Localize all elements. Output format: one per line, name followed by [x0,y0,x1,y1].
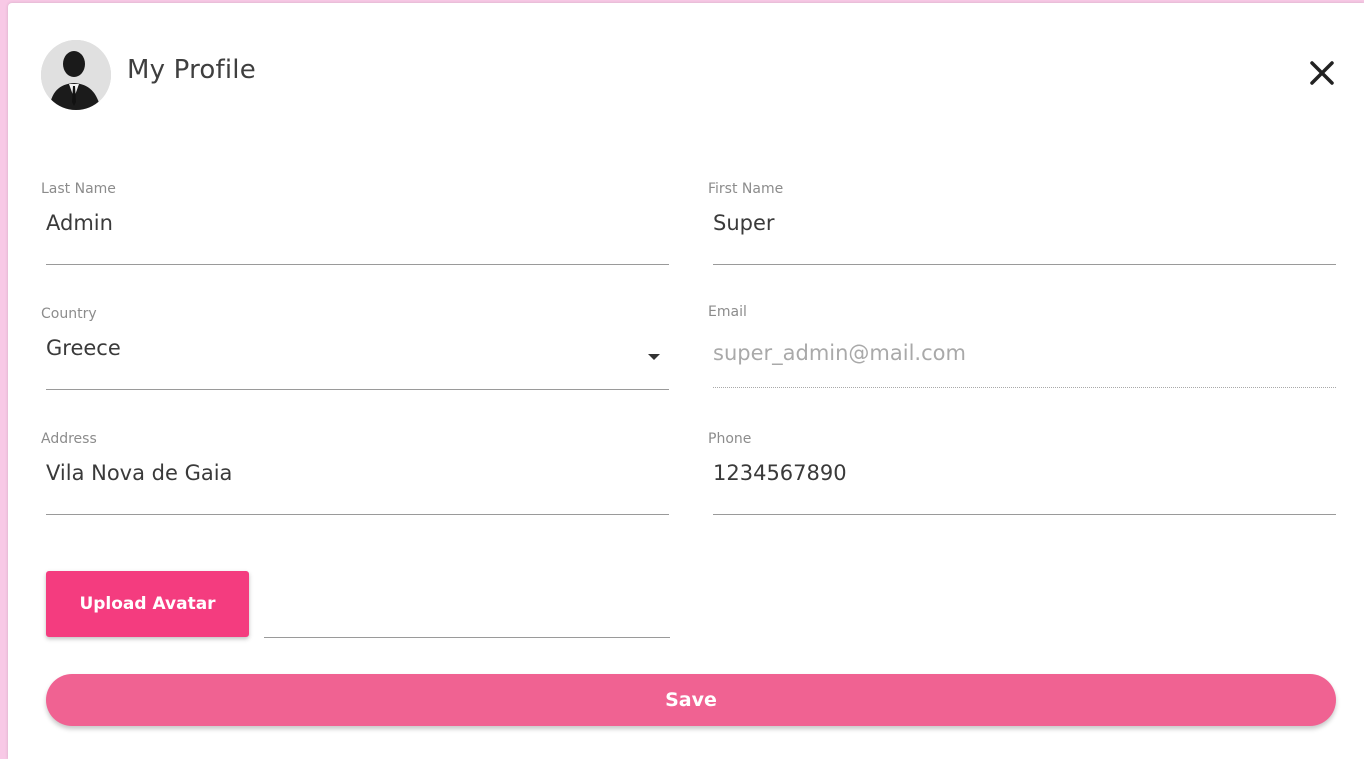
first-name-input[interactable]: Super [713,211,775,235]
address-underline [46,514,669,515]
upload-avatar-button[interactable]: Upload Avatar [46,571,249,637]
country-value[interactable]: Greece [46,336,121,360]
email-input: super_admin@mail.com [713,341,966,365]
first-name-label: First Name [708,181,784,197]
phone-field[interactable]: Phone 1234567890 [708,431,1338,517]
last-name-input[interactable]: Admin [46,211,113,235]
close-icon [1310,61,1334,85]
email-field: Email super_admin@mail.com [708,304,1338,390]
address-input[interactable]: Vila Nova de Gaia [46,461,232,485]
address-field[interactable]: Address Vila Nova de Gaia [41,431,671,517]
phone-underline [713,514,1336,515]
profile-dialog: My Profile Last Name Admin First Name Su… [8,3,1364,759]
save-button[interactable]: Save [46,674,1336,726]
avatar-file-input[interactable] [264,637,670,638]
close-button[interactable] [1305,56,1339,90]
email-underline [713,387,1336,388]
page-title: My Profile [127,55,256,85]
user-avatar-icon [41,40,111,110]
last-name-label: Last Name [41,181,116,197]
country-label: Country [41,306,97,322]
country-underline [46,389,669,390]
first-name-field[interactable]: First Name Super [708,181,1338,267]
last-name-field[interactable]: Last Name Admin [41,181,671,267]
first-name-underline [713,264,1336,265]
email-label: Email [708,304,747,320]
avatar [41,40,111,110]
country-select[interactable]: Country Greece [41,306,671,392]
phone-input[interactable]: 1234567890 [713,461,847,485]
dropdown-caret-icon[interactable] [648,354,660,360]
last-name-underline [46,264,669,265]
phone-label: Phone [708,431,752,447]
address-label: Address [41,431,97,447]
